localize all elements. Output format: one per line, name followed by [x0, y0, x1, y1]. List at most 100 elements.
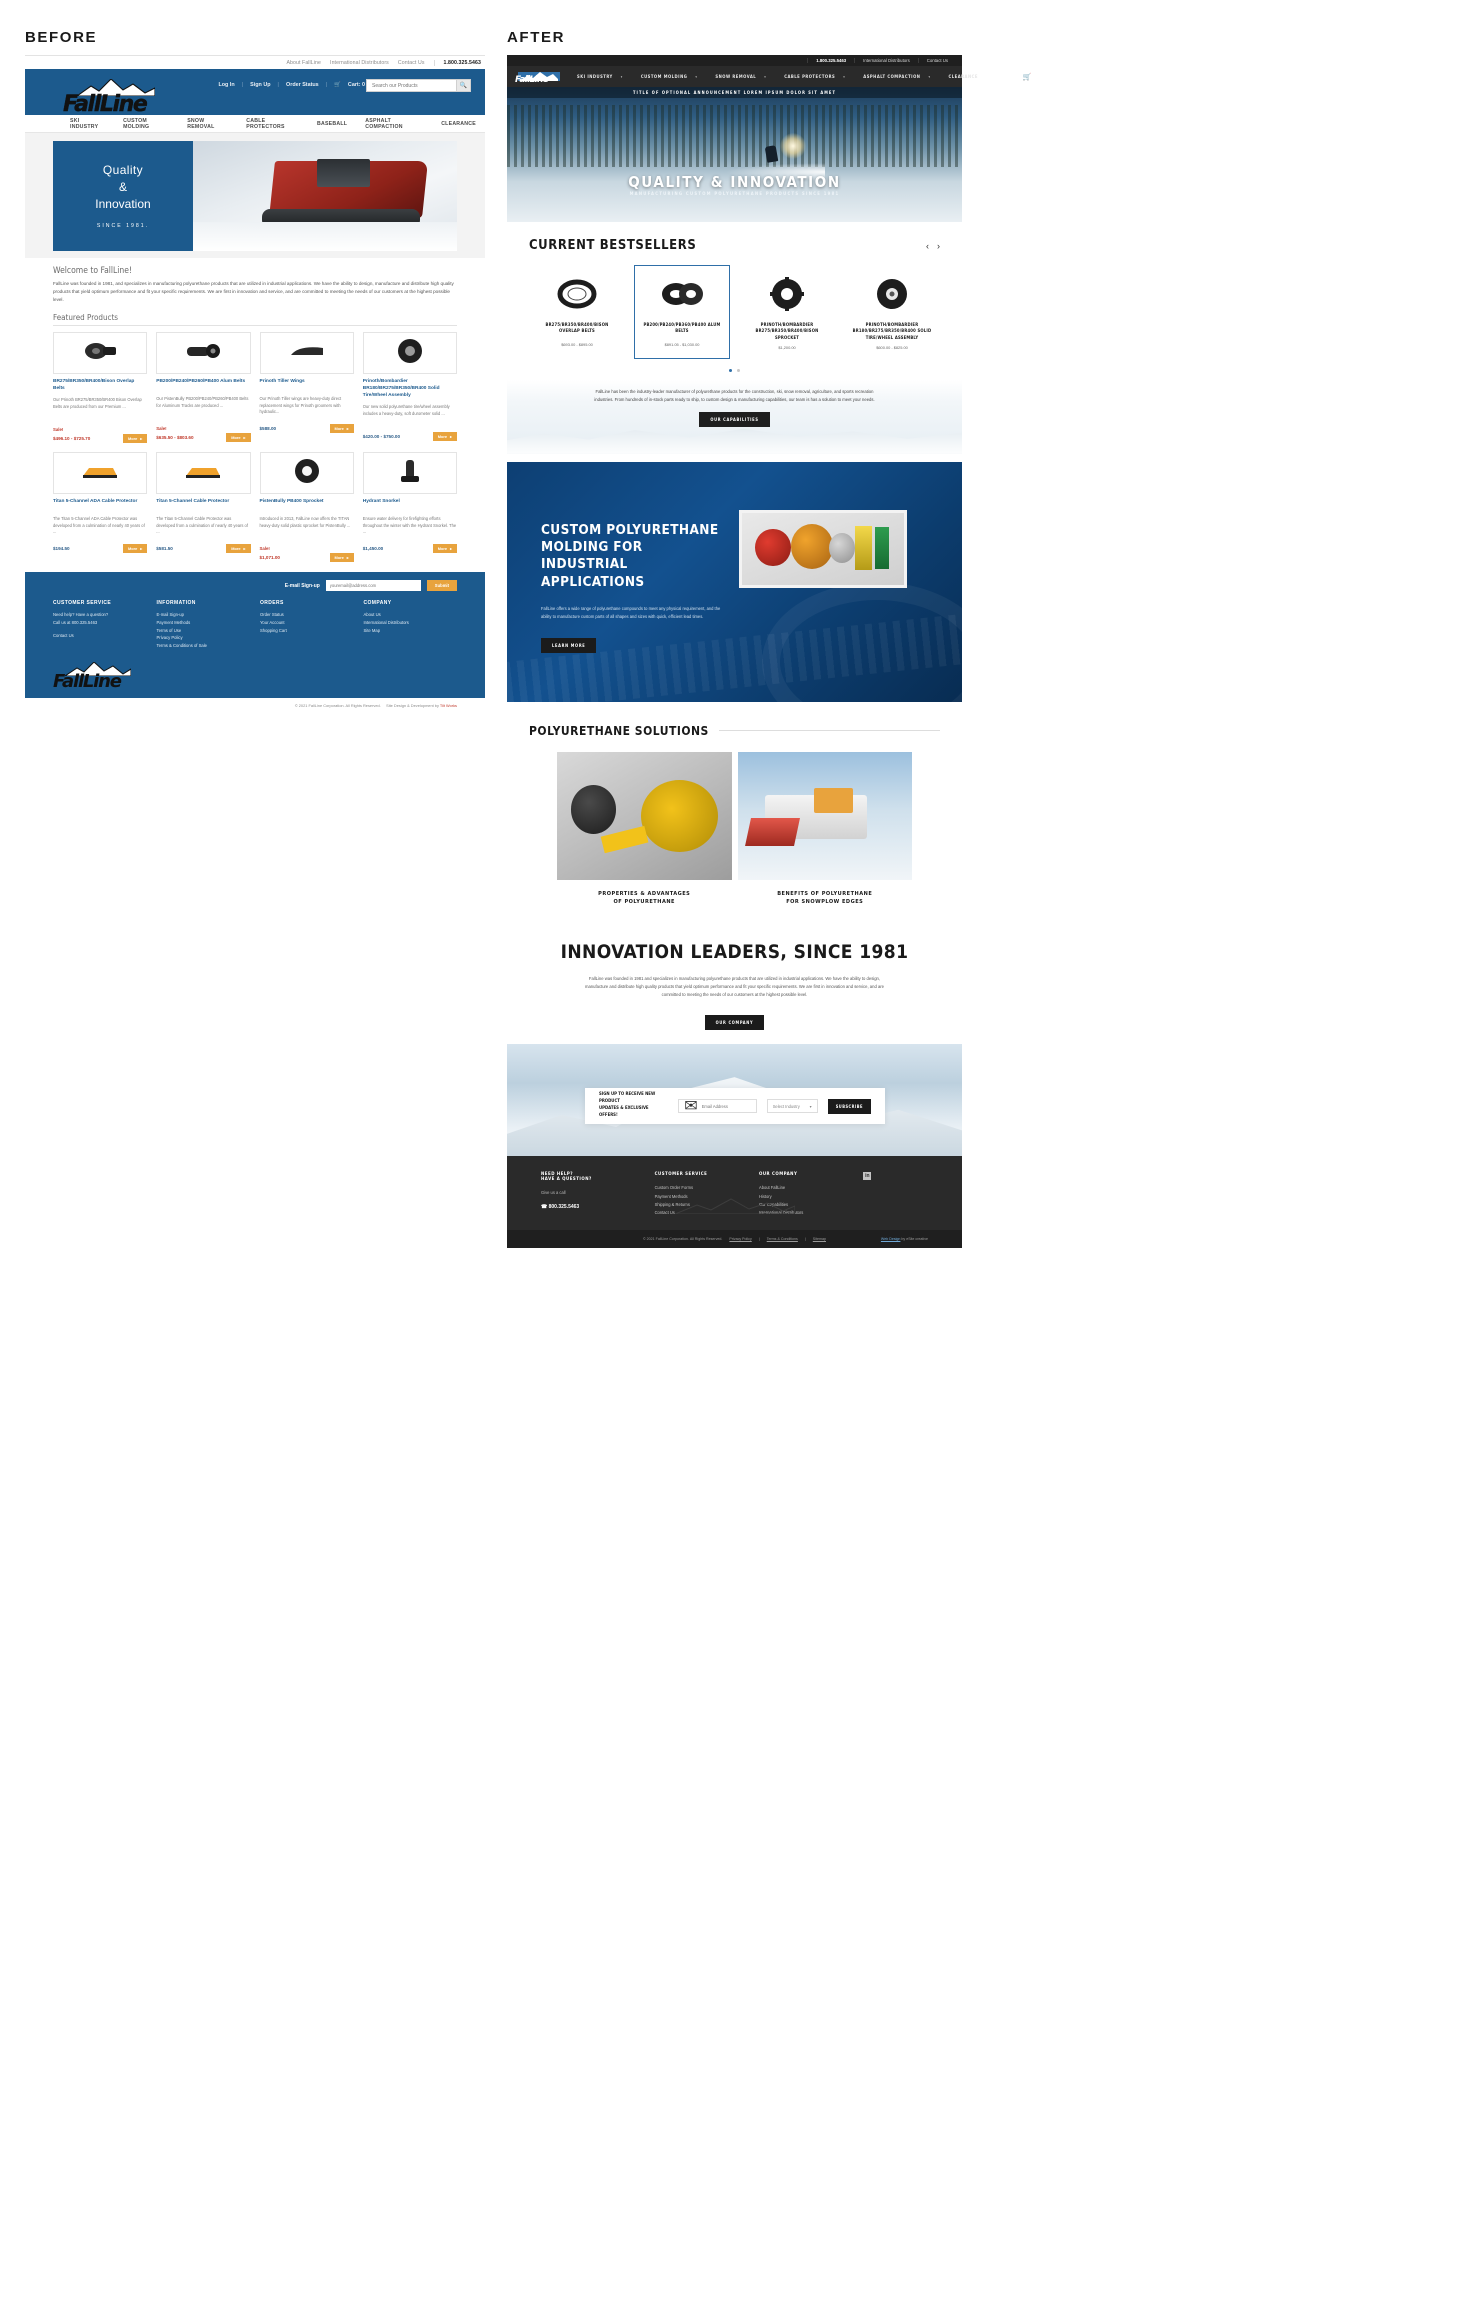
linkedin-icon[interactable]: in [863, 1172, 872, 1181]
bestseller-card[interactable]: BR275/BR350/BR400/BISON OVERLAP BELTS $69… [529, 265, 625, 359]
product-card[interactable]: PB200/PB240/PB260/PB400 Alum Belts Our Pi… [156, 332, 251, 443]
carousel-dot[interactable] [737, 368, 740, 372]
more-button[interactable]: More ▸ [432, 544, 457, 553]
nav-item-asphalt-compaction[interactable]: ASPHALT COMPACTION ▾ [857, 74, 942, 79]
footer-link[interactable]: About FallLine [759, 1184, 851, 1192]
nav-asphalt-compaction[interactable]: ASPHALT COMPACTION [356, 118, 432, 130]
utility-link-contact[interactable]: Contact Us [398, 60, 425, 66]
hero-announcement[interactable]: TITLE OF OPTIONAL ANNOUNCEMENT LOREM IPS… [507, 87, 962, 98]
product-card[interactable]: Hydrant Snorkel Ensure water delivery for… [362, 452, 457, 562]
carousel-dot[interactable] [729, 368, 732, 372]
search-input[interactable] [367, 82, 456, 89]
credit-link[interactable]: Tilt Works [440, 703, 457, 708]
solution-card-properties[interactable]: PROPERTIES & ADVANTAGES OF POLYURETHANE [557, 751, 732, 907]
credit-link[interactable]: Web Design [881, 1237, 901, 1241]
product-card[interactable]: Prinoth/Bombardier BR180/BR275/BR350/BR4… [362, 332, 457, 443]
topbar-link-distributors[interactable]: International Distributors [854, 58, 918, 63]
more-button[interactable]: More ▸ [123, 544, 148, 553]
more-button[interactable]: More ▸ [432, 431, 457, 441]
utility-phone[interactable]: 1.800.325.5463 [433, 59, 481, 66]
our-capabilities-button[interactable]: OUR CAPABILITIES [699, 412, 770, 428]
industry-select[interactable]: Select Industry ▾ [766, 1099, 818, 1114]
order-status-link[interactable]: Order Status [286, 82, 319, 88]
more-button[interactable]: More ▸ [329, 424, 354, 434]
bestseller-card[interactable]: PB200/PB240/PB360/PB400 ALUM BELTS $891.0… [634, 265, 730, 359]
legal-sitemap[interactable]: Sitemap [813, 1237, 826, 1241]
footer-link[interactable]: Privacy Policy [157, 634, 251, 642]
product-name[interactable]: BR275/BR350/BR400/Bison Overlap Belts [53, 379, 147, 393]
nav-ski-industry[interactable]: SKI INDUSTRY [61, 118, 114, 130]
learn-more-button[interactable]: LEARN MORE [541, 638, 597, 654]
footer-link[interactable]: Custom Order Forms [655, 1184, 747, 1192]
email-input[interactable] [701, 1103, 756, 1109]
product-card[interactable]: Prinoth Tiller Wings Our Prinoth Tiller w… [259, 332, 354, 443]
footer-link[interactable]: International Distributors [364, 619, 458, 627]
nav-item-custom-molding[interactable]: CUSTOM MOLDING ▾ [635, 74, 710, 79]
before-logo[interactable]: FallLine [63, 79, 168, 117]
topbar-link-contact[interactable]: Contact Us [917, 58, 956, 63]
product-name[interactable]: PB200/PB240/PB260/PB400 Alum Belts [156, 379, 250, 392]
footer-link[interactable]: Terms & Conditions of Sale [157, 642, 251, 650]
bestseller-card[interactable]: PRINOTH/BOMBARDIER BR180/BR275/BR350/BR4… [844, 265, 940, 359]
footer-link[interactable]: Payment Methods [157, 619, 251, 627]
more-button[interactable]: More ▸ [329, 553, 354, 562]
bestseller-card[interactable]: PRINOTH/BOMBARDIER BR275/BR350/BR400/BIS… [739, 265, 835, 359]
footer-phone[interactable]: ☎ 800.325.5463 [541, 1204, 643, 1210]
product-card[interactable]: BR275/BR350/BR400/Bison Overlap Belts Our… [53, 332, 148, 443]
legal-privacy-policy[interactable]: Privacy Policy [729, 1237, 751, 1241]
footer-link[interactable]: Terms of Use [157, 627, 251, 635]
footer-link[interactable]: About Us [364, 611, 458, 619]
product-name[interactable]: Prinoth Tiller Wings [260, 379, 354, 392]
after-logo[interactable]: FallLine [515, 68, 563, 86]
nav-item-ski-industry[interactable]: SKI INDUSTRY ▾ [571, 74, 635, 79]
product-name[interactable]: Hydrant Snorkel [363, 499, 457, 512]
solution-card-snowplow[interactable]: BENEFITS OF POLYURETHANE FOR SNOWPLOW ED… [737, 751, 912, 907]
footer-link[interactable]: Call us at 800.325.5463 [53, 619, 147, 627]
signup-submit-button[interactable]: Submit [426, 580, 457, 591]
subscribe-button[interactable]: SUBSCRIBE [827, 1098, 871, 1114]
footer-link[interactable]: Order Status [260, 611, 354, 619]
more-button[interactable]: More ▸ [226, 433, 251, 443]
cart-icon[interactable]: 🛒 [1022, 73, 1031, 81]
product-name[interactable]: PistenBully PB400 Sprocket [260, 499, 354, 512]
before-footer-logo[interactable]: FallLine [53, 661, 141, 692]
nav-item-cable-protectors[interactable]: CABLE PROTECTORS ▾ [778, 74, 857, 79]
product-name[interactable]: Titan 5-Channel ADA Cable Protector [53, 499, 147, 512]
nav-item-snow-removal[interactable]: SNOW REMOVAL ▾ [709, 74, 778, 79]
nav-custom-molding[interactable]: CUSTOM MOLDING [114, 118, 178, 130]
newsletter-email-field[interactable]: ✉ [678, 1098, 757, 1115]
chevron-right-icon[interactable]: › [937, 241, 940, 251]
signup-link[interactable]: Sign Up [250, 82, 270, 88]
nav-clearance[interactable]: CLEARANCE [432, 121, 485, 127]
footer-link[interactable]: E-mail Sign-up [157, 611, 251, 619]
search-icon[interactable]: ⚲ [992, 73, 997, 81]
footer-link[interactable]: Contact Us [53, 632, 147, 640]
footer-link[interactable]: Need help? Have a question? [53, 611, 147, 619]
signup-input[interactable] [325, 580, 421, 591]
nav-item-clearance[interactable]: CLEARANCE [942, 74, 983, 79]
footer-link[interactable]: Your Account [260, 619, 354, 627]
product-card[interactable]: Titan 5-Channel Cable Protector The Titan… [156, 452, 251, 562]
login-link[interactable]: Log In [218, 82, 234, 88]
our-company-button[interactable]: OUR COMPANY [704, 1015, 765, 1031]
product-name[interactable]: Titan 5-Channel Cable Protector [156, 499, 250, 512]
product-card[interactable]: Titan 5-Channel ADA Cable Protector The T… [53, 452, 148, 562]
product-card[interactable]: PistenBully PB400 Sprocket Introduced in … [259, 452, 354, 562]
cart-link[interactable]: Cart: 0 [348, 82, 365, 88]
account-icon[interactable]: ☻ [1006, 73, 1013, 80]
more-button[interactable]: More ▸ [123, 434, 148, 443]
nav-snow-removal[interactable]: SNOW REMOVAL [178, 118, 237, 130]
nav-baseball[interactable]: BASEBALL [308, 121, 356, 127]
utility-link-about[interactable]: About FallLine [286, 60, 321, 66]
utility-link-distributors[interactable]: International Distributors [330, 60, 389, 66]
nav-cable-protectors[interactable]: CABLE PROTECTORS [237, 118, 308, 130]
before-search[interactable]: 🔍 [366, 79, 471, 92]
chevron-left-icon[interactable]: ‹ [926, 241, 929, 251]
search-icon[interactable]: 🔍 [456, 80, 470, 91]
footer-link[interactable]: Shopping Cart [260, 627, 354, 635]
product-name[interactable]: Prinoth/Bombardier BR180/BR275/BR350/BR4… [363, 379, 457, 400]
legal-terms[interactable]: Terms & Conditions [767, 1237, 798, 1241]
footer-link[interactable]: Site Map [364, 627, 458, 635]
more-button[interactable]: More ▸ [226, 544, 251, 553]
topbar-phone[interactable]: 1.800.325.5463 [807, 58, 854, 63]
